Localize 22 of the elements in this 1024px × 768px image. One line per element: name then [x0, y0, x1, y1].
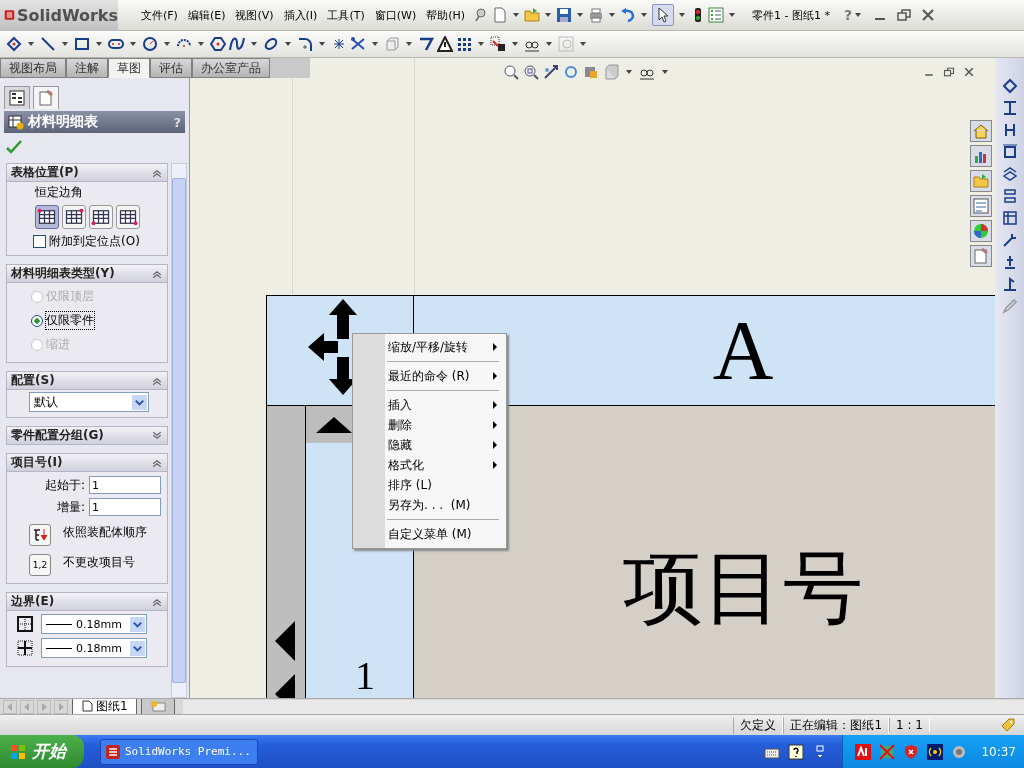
section-title: 材料明细表类型(Y): [11, 265, 115, 282]
status-text: 正在编辑：图纸1: [783, 716, 890, 734]
panel-title: 材料明细表: [28, 113, 99, 131]
section-title: 边界(E): [11, 593, 55, 610]
field-label: 起始于:: [44, 476, 85, 494]
section-title: 零件配置分组(G): [11, 427, 104, 444]
checkbox-label: 附加到定位点(O): [49, 233, 140, 250]
radio-label: 仅限零件: [46, 312, 94, 329]
clock: 10:37: [981, 744, 1016, 759]
caption: 恒定边角: [35, 184, 84, 201]
section-title: 项目号(I): [11, 454, 63, 471]
section-title: 配置(S): [11, 372, 55, 389]
logo-text: SolidWorks: [16, 5, 118, 25]
document-title: 零件1 - 图纸1 *: [752, 7, 830, 23]
radio-label: 缩进: [46, 336, 70, 353]
option-label: 不更改项目号: [63, 554, 135, 571]
field-label: 增量:: [56, 498, 85, 516]
option-label: 依照装配体顺序: [63, 524, 147, 541]
status-text: 1 : 1: [889, 718, 930, 732]
radio-label: 仅限顶层: [46, 288, 94, 305]
status-text: 欠定义: [733, 716, 784, 734]
section-title: 表格位置(P): [11, 164, 79, 181]
